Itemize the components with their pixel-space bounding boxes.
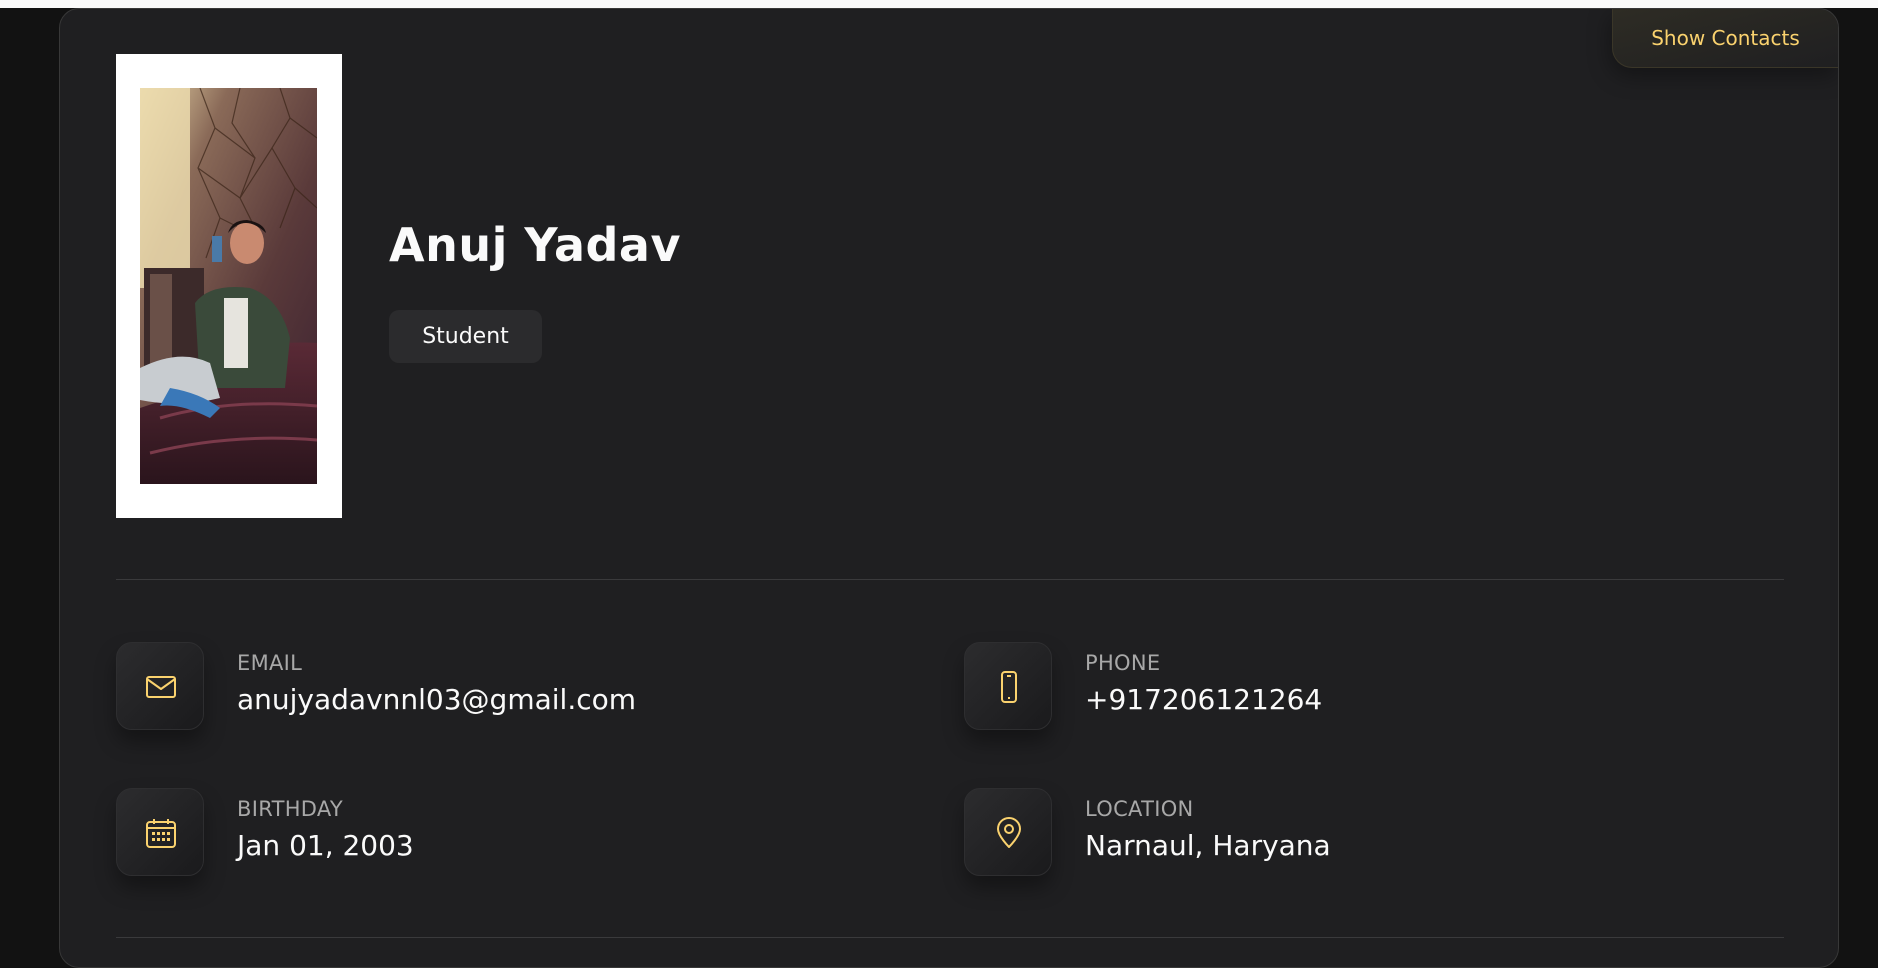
- location-pin-icon: [997, 817, 1021, 848]
- contact-label-location: LOCATION: [1085, 797, 1194, 821]
- contact-label-phone: PHONE: [1085, 651, 1161, 675]
- birthday-value: Jan 01, 2003: [237, 829, 414, 862]
- title-badge: Student: [389, 310, 542, 363]
- location-icon-box: [964, 788, 1052, 876]
- phone-icon: [1001, 671, 1017, 703]
- avatar-photo: [140, 88, 317, 484]
- show-contacts-button[interactable]: Show Contacts: [1612, 9, 1838, 68]
- divider: [116, 579, 1784, 580]
- contact-label-email: EMAIL: [237, 651, 303, 675]
- phone-icon-box: [964, 642, 1052, 730]
- calendar-icon: [146, 819, 176, 848]
- avatar: [116, 54, 342, 518]
- mail-icon-box: [116, 642, 204, 730]
- profile-name: Anuj Yadav: [389, 218, 681, 272]
- location-value: Narnaul, Haryana: [1085, 829, 1331, 862]
- profile-card: Show Contacts Anuj Yadav Student EMAIL a…: [59, 8, 1839, 968]
- email-link[interactable]: anujyadavnnl03@gmail.com: [237, 683, 636, 716]
- contact-label-birthday: BIRTHDAY: [237, 797, 344, 821]
- divider: [116, 937, 1784, 938]
- top-strip: [0, 0, 1878, 8]
- calendar-icon-box: [116, 788, 204, 876]
- mail-icon: [146, 676, 176, 698]
- phone-link[interactable]: +917206121264: [1085, 683, 1322, 716]
